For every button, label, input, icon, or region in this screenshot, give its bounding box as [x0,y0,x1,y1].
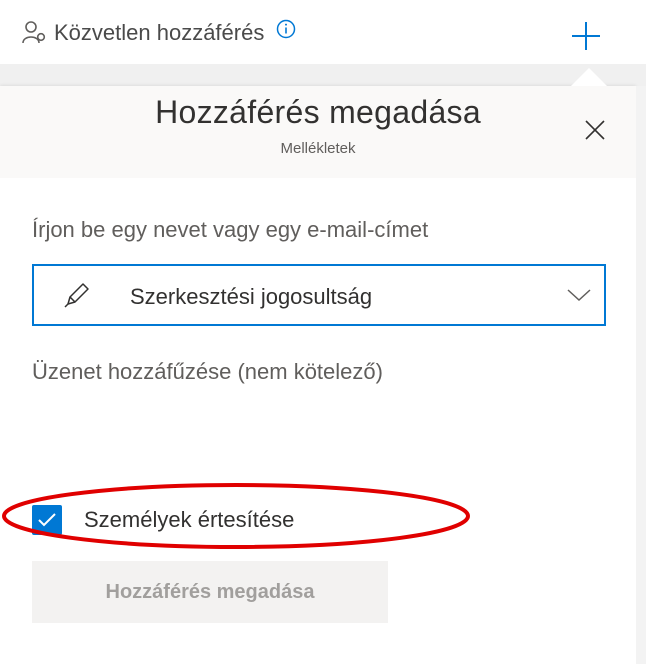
permission-dropdown[interactable]: Szerkesztési jogosultság [32,264,606,326]
add-access-button[interactable] [566,16,606,56]
highlight-ellipse [2,483,470,549]
panel-title: Hozzáférés megadása [155,94,481,130]
panel-subtitle: Mellékletek [280,140,356,157]
message-input[interactable] [32,352,592,392]
direct-access-header: Közvetlen hozzáférés [22,18,296,48]
info-icon[interactable] [276,19,296,39]
share-callout-screen: Közvetlen hozzáférés Hozzáférés megadása… [0,0,646,664]
chevron-down-icon [567,289,591,302]
pencil-icon [64,283,89,308]
top-bar-shade [0,64,646,86]
grant-access-button[interactable]: Hozzáférés megadása [32,561,388,623]
name-or-email-input[interactable] [32,210,592,250]
close-icon [585,120,605,140]
permission-selected-label: Szerkesztési jogosultság [130,284,373,309]
people-icon [22,21,46,44]
plus-icon [572,22,600,50]
callout-caret [571,68,607,86]
panel-edge [636,86,646,664]
close-button[interactable] [580,115,610,145]
direct-access-label: Közvetlen hozzáférés [54,20,265,45]
